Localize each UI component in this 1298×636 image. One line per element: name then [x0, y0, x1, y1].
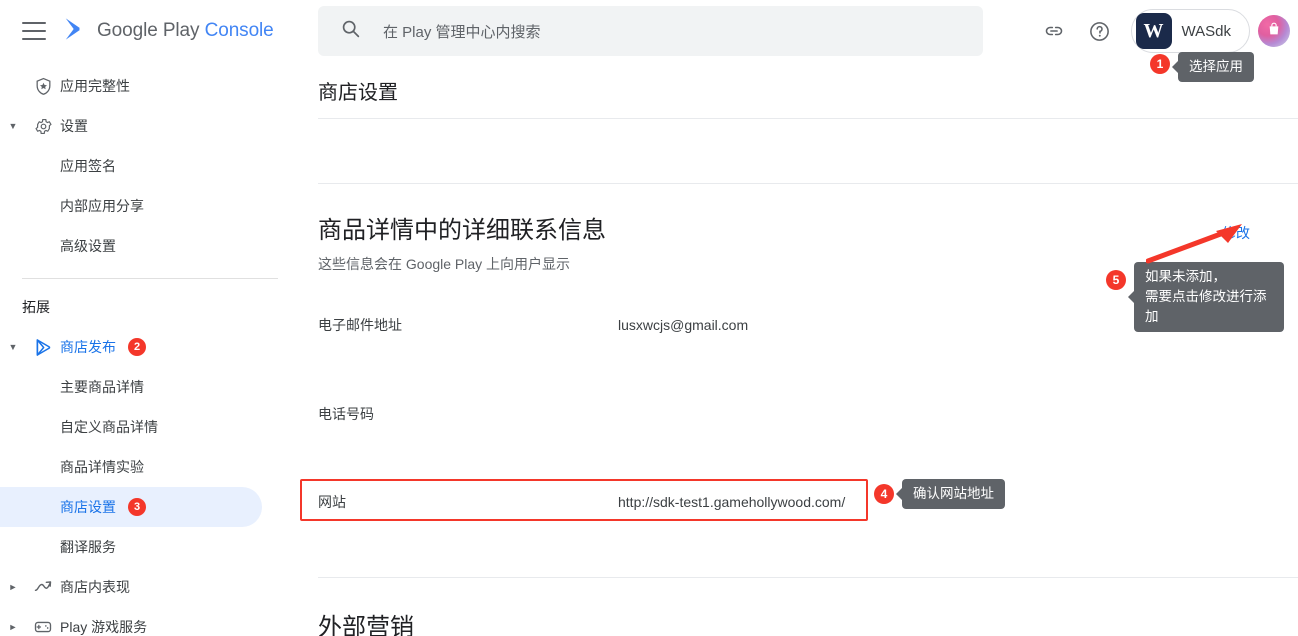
app-initial: W — [1143, 19, 1164, 42]
callout-tooltip-select-app: 选择应用 — [1172, 52, 1254, 82]
play-triangle-icon — [26, 337, 60, 358]
app-name-label: WASdk — [1181, 22, 1231, 40]
section-title: 商品详情中的详细联系信息 — [318, 217, 606, 244]
brand-bar: Google Play Console — [0, 0, 300, 62]
callout-tooltip-edit-hint: 如果未添加， 需要点击修改进行添加 — [1128, 262, 1284, 332]
website-highlight-box — [300, 479, 868, 521]
field-row-phone: 电话号码 — [318, 404, 618, 424]
sidebar-item-label: 主要商品详情 — [60, 379, 144, 395]
sidebar-item-custom-store-listings[interactable]: 自定义商品详情 — [0, 407, 262, 447]
search-placeholder: 在 Play 管理中心内搜索 — [383, 23, 541, 41]
sidebar-item-store-performance[interactable]: ► 商店内表现 — [0, 567, 262, 607]
step-badge-5: 5 — [1106, 270, 1126, 290]
chevron-right-icon[interactable]: ► — [0, 582, 26, 592]
shield-star-icon — [26, 77, 60, 96]
contact-info-section-header: 商品详情中的详细联系信息 这些信息会在 Google Play 上向用户显示 — [318, 210, 606, 274]
play-console-window: Google Play Console 应用完整性 ▼ 设置 应用签名 内部应用… — [0, 0, 1298, 636]
trending-up-icon — [26, 577, 60, 597]
play-logo-icon — [62, 16, 88, 47]
section-subtitle: 这些信息会在 Google Play 上向用户显示 — [318, 256, 571, 272]
sidebar-item-label: 商店设置 — [60, 499, 116, 515]
avatar[interactable] — [1258, 15, 1290, 47]
search-icon — [340, 18, 361, 44]
sidebar-item-label: 商店内表现 — [60, 579, 130, 595]
sidebar-item-internal-app-sharing[interactable]: 内部应用分享 — [0, 186, 262, 226]
sidebar-item-label: Play 游戏服务 — [60, 619, 148, 635]
app-icon: W — [1135, 13, 1172, 49]
bottom-section-title: 外部营销 — [318, 614, 414, 636]
sidebar-item-translation-service[interactable]: 翻译服务 — [0, 527, 262, 567]
top-bar: 在 Play 管理中心内搜索 W WASdk — [300, 0, 1298, 62]
gamepad-icon — [26, 617, 60, 636]
step-badge-1: 1 — [1150, 54, 1170, 74]
sidebar-item-store-settings[interactable]: 商店设置 3 — [0, 487, 262, 527]
sidebar-item-play-games-services[interactable]: ► Play 游戏服务 — [0, 607, 262, 636]
field-label: 电话号码 — [318, 406, 374, 422]
chevron-right-icon[interactable]: ► — [0, 622, 26, 632]
field-label: 电子邮件地址 — [318, 317, 402, 333]
divider-section — [318, 183, 1298, 184]
search-input[interactable]: 在 Play 管理中心内搜索 — [318, 6, 983, 56]
brand-google-play: Google Play — [97, 20, 200, 41]
sidebar-item-label: 应用完整性 — [60, 78, 130, 94]
sidebar-item-label: 自定义商品详情 — [60, 419, 158, 435]
sidebar-section-label: 拓展 — [22, 299, 50, 315]
sidebar-item-main-store-listing[interactable]: 主要商品详情 — [0, 367, 262, 407]
step-badge-3: 3 — [128, 498, 146, 516]
main-content: 商店设置 商品详情中的详细联系信息 这些信息会在 Google Play 上向用… — [300, 62, 1298, 636]
play-console-logo[interactable]: Google Play Console — [62, 16, 274, 47]
sidebar-item-store-listing-experiments[interactable]: 商品详情实验 — [0, 447, 262, 487]
sidebar-item-advanced-settings[interactable]: 高级设置 — [0, 226, 262, 266]
sidebar-item-store-presence[interactable]: ▼ 商店发布 2 — [0, 327, 262, 367]
step-badge-2: 2 — [128, 338, 146, 356]
chevron-down-icon[interactable]: ▼ — [0, 121, 26, 131]
app-selector-chip[interactable]: W WASdk — [1130, 9, 1250, 53]
divider-top — [318, 118, 1298, 119]
sidebar-item-label: 应用签名 — [60, 158, 116, 174]
sidebar-item-app-integrity[interactable]: 应用完整性 — [0, 66, 262, 106]
link-icon[interactable] — [1031, 8, 1077, 54]
divider-bottom — [318, 577, 1298, 578]
brand-console: Console — [204, 20, 274, 41]
help-circle-icon[interactable] — [1077, 8, 1123, 54]
sidebar: Google Play Console 应用完整性 ▼ 设置 应用签名 内部应用… — [0, 0, 300, 636]
sidebar-item-label: 商品详情实验 — [60, 459, 144, 475]
hamburger-menu-icon[interactable] — [22, 22, 46, 40]
chevron-down-icon[interactable]: ▼ — [0, 342, 26, 352]
sidebar-item-label: 设置 — [60, 118, 88, 134]
field-value: lusxwcjs@gmail.com — [618, 317, 749, 333]
sidebar-item-label: 高级设置 — [60, 238, 116, 254]
edit-link[interactable]: 修改 — [1222, 223, 1250, 243]
sidebar-item-label: 内部应用分享 — [60, 198, 144, 214]
page-title: 商店设置 — [318, 82, 398, 104]
step-badge-4: 4 — [874, 484, 894, 504]
sidebar-item-label: 翻译服务 — [60, 539, 116, 555]
sidebar-nav-top: 应用完整性 ▼ 设置 应用签名 内部应用分享 高级设置 拓展 ▼ 商店发布 2 … — [0, 66, 300, 636]
sidebar-item-app-signing[interactable]: 应用签名 — [0, 146, 262, 186]
field-row-email: 电子邮件地址 lusxwcjs@gmail.com — [318, 315, 748, 335]
callout-tooltip-confirm-website: 确认网站地址 — [896, 479, 1005, 509]
sidebar-item-settings[interactable]: ▼ 设置 — [0, 106, 262, 146]
brand-text: Google Play Console — [97, 20, 274, 42]
gear-icon — [26, 117, 60, 136]
sidebar-item-label: 商店发布 — [60, 339, 116, 355]
shopping-bag-icon — [1266, 21, 1282, 42]
